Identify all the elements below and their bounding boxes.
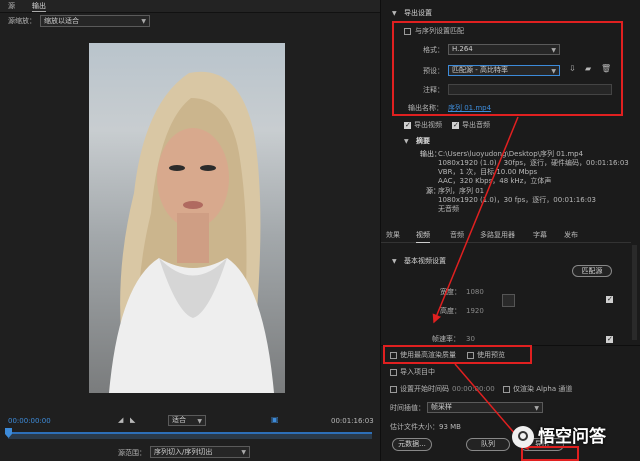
chevron-down-icon: ▼ [241, 449, 246, 456]
frame-rate-value[interactable]: 30 [466, 336, 475, 343]
width-label: 宽度： [440, 288, 461, 296]
source-scaling-select[interactable]: 缩放以适合 ▼ [40, 15, 150, 27]
basic-video-collapse-icon[interactable]: ▼ [392, 259, 397, 265]
summary-output-line: 1080x1920 (1.0)，30fps，逐行，硬件编码，00:01:16:0… [438, 159, 629, 167]
aspect-correction-icon[interactable]: ▣ [271, 416, 279, 424]
video-preview [89, 43, 285, 393]
export-audio-checkbox[interactable] [452, 121, 459, 129]
tab-source[interactable]: 源 [8, 3, 15, 10]
tab-publish[interactable]: 发布 [564, 232, 578, 239]
source-scaling-label: 源缩放： [8, 17, 36, 25]
tab-multiplexer[interactable]: 多路复用器 [480, 232, 515, 239]
render-alpha-only-label: 仅渲染 Alpha 通道 [513, 385, 573, 393]
tab-video[interactable]: 视频 [416, 232, 430, 243]
link-dimensions-icon[interactable] [502, 294, 515, 307]
summary-output-line: VBR，1 次，目标 10.00 Mbps [438, 168, 538, 176]
watermark-logo [512, 426, 534, 448]
timecode-end: 00:01:16:03 [331, 417, 374, 425]
preview-image [109, 71, 274, 393]
width-value[interactable]: 1080 [466, 289, 484, 296]
frame-rate-override-checkbox[interactable] [606, 335, 613, 343]
tab-captions[interactable]: 字幕 [533, 232, 547, 239]
height-value[interactable]: 1920 [466, 308, 484, 315]
queue-label: 队列 [481, 440, 495, 448]
summary-source-line: 1080x1920 (1.0)，30 fps，逐行，00:01:16:03 [438, 196, 596, 204]
width-override-checkbox[interactable] [606, 295, 613, 303]
height-label: 高度： [440, 307, 461, 315]
tab-audio[interactable]: 音频 [450, 232, 464, 239]
import-into-project-checkbox[interactable] [390, 369, 397, 376]
export-video-checkbox[interactable] [404, 121, 411, 129]
chevron-down-icon: ▼ [141, 18, 146, 25]
export-settings-title: 导出设置 [404, 9, 432, 17]
summary-collapse-icon[interactable]: ▼ [404, 139, 409, 145]
watermark-text: 悟空问答 [538, 426, 606, 447]
import-into-project-label: 导入项目中 [400, 368, 435, 376]
metadata-button[interactable]: 元数据... [392, 438, 432, 451]
basic-video-title: 基本视频设置 [404, 257, 446, 265]
match-source-label: 匹配源 [581, 266, 603, 275]
collapse-icon[interactable]: ▼ [392, 11, 397, 17]
top-tab-bar [0, 0, 380, 13]
time-interpolation-label: 时间插值： [390, 404, 425, 412]
summary-output-line: C:\Users\luoyudong\Desktop\序列 01.mp4 [438, 150, 584, 158]
timeline-track[interactable] [8, 432, 372, 439]
watermark: 悟空问答 [512, 422, 636, 452]
export-video-label: 导出视频 [414, 121, 442, 129]
start-timecode-value[interactable]: 00:00:00:00 [452, 386, 495, 393]
metadata-label: 元数据... [398, 440, 426, 448]
settings-scrollbar[interactable] [632, 245, 637, 340]
fit-value: 适合 [172, 416, 186, 424]
set-out-point-icon[interactable]: ◣ [130, 417, 135, 424]
queue-button[interactable]: 队列 [466, 438, 510, 451]
chevron-down-icon: ▼ [534, 405, 539, 412]
render-alpha-only-checkbox[interactable] [503, 386, 510, 393]
estimated-file-size: 估计文件大小：93 MB [390, 423, 461, 431]
summary-output-line: AAC，320 Kbps，48 kHz，立体声 [438, 177, 552, 185]
summary-source-line: 序列，序列 01 [438, 187, 485, 195]
set-start-timecode-label: 设置开始时间码 [400, 385, 449, 393]
frame-rate-label: 帧速率： [432, 335, 460, 343]
source-range-value: 序列切入/序列切出 [154, 447, 213, 456]
match-source-button[interactable]: 匹配源 [572, 265, 612, 277]
fit-select[interactable]: 适合 ▼ [168, 415, 206, 426]
tab-output[interactable]: 输出 [32, 3, 46, 12]
timecode-start[interactable]: 00:00:00:00 [8, 418, 51, 425]
summary-title: 摘要 [416, 137, 430, 145]
source-range-select[interactable]: 序列切入/序列切出 ▼ [150, 446, 250, 458]
tab-effects[interactable]: 效果 [386, 232, 400, 239]
export-audio-label: 导出音频 [462, 121, 490, 129]
summary-source-line: 无音频 [438, 205, 459, 213]
source-scaling-value: 缩放以适合 [44, 16, 79, 25]
time-interpolation-value: 帧采样 [431, 403, 452, 411]
set-start-timecode-checkbox[interactable] [390, 386, 397, 393]
annotation-box-bottom [383, 345, 532, 364]
chevron-down-icon: ▼ [197, 418, 202, 425]
annotation-box-top [392, 21, 623, 116]
set-in-point-icon[interactable]: ◢ [118, 417, 123, 424]
time-interpolation-select[interactable]: 帧采样 ▼ [427, 402, 543, 413]
source-range-label: 源范围： [118, 449, 146, 457]
